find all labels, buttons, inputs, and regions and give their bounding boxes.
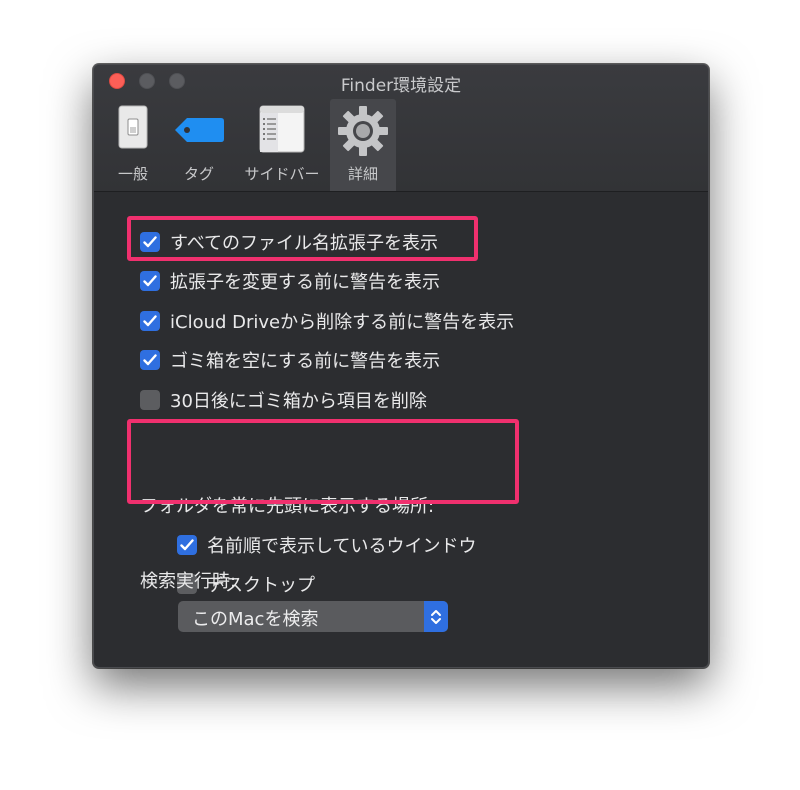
search-scope-select[interactable]: このMacを検索 [178,601,448,632]
chevron-updown-icon [424,601,448,632]
option-remove-trash-30-days[interactable]: 30日後にゴミ箱から項目を削除 [140,387,427,413]
option-label: 拡張子を変更する前に警告を表示 [170,272,440,293]
tab-advanced[interactable]: 詳細 [330,99,396,191]
checkbox[interactable] [140,350,160,370]
option-label: 30日後にゴミ箱から項目を削除 [170,391,427,412]
option-warn-icloud-remove[interactable]: iCloud Driveから削除する前に警告を表示 [140,308,514,334]
tab-label: サイドバー [244,165,320,183]
checkbox[interactable] [177,535,197,555]
option-warn-empty-trash[interactable]: ゴミ箱を空にする前に警告を表示 [140,347,440,373]
checkbox[interactable] [140,311,160,331]
option-label: iCloud Driveから削除する前に警告を表示 [170,312,515,333]
switch-icon [118,105,148,153]
finder-preferences-window: Finder環境設定 一般 タグ サイドバー 詳細 すべてのファイル名拡張子を表… [93,64,709,668]
tab-tags[interactable]: タグ [168,99,230,191]
search-heading: 検索実行時: [140,571,237,592]
highlight-box-extensions [127,216,478,261]
tag-icon [173,115,225,149]
option-folders-top-windows[interactable]: 名前順で表示しているウインドウ [177,532,476,558]
checkbox[interactable] [140,390,160,410]
toolbar: Finder環境設定 一般 タグ サイドバー 詳細 [94,65,708,192]
option-warn-extension-change[interactable]: 拡張子を変更する前に警告を表示 [140,268,440,294]
tab-label: 一般 [117,165,148,183]
highlight-box-folders [127,419,519,504]
sidebar-icon [259,105,305,157]
gear-icon [337,105,389,161]
option-label: ゴミ箱を空にする前に警告を表示 [170,351,441,372]
checkbox[interactable] [140,271,160,291]
window-title: Finder環境設定 [340,76,462,96]
tab-label: 詳細 [347,165,378,183]
tab-sidebar[interactable]: サイドバー [236,99,328,191]
tab-label: タグ [183,165,214,183]
select-value: このMacを検索 [192,609,319,630]
option-label: 名前順で表示しているウインドウ [207,536,477,557]
tab-general[interactable]: 一般 [102,99,164,191]
